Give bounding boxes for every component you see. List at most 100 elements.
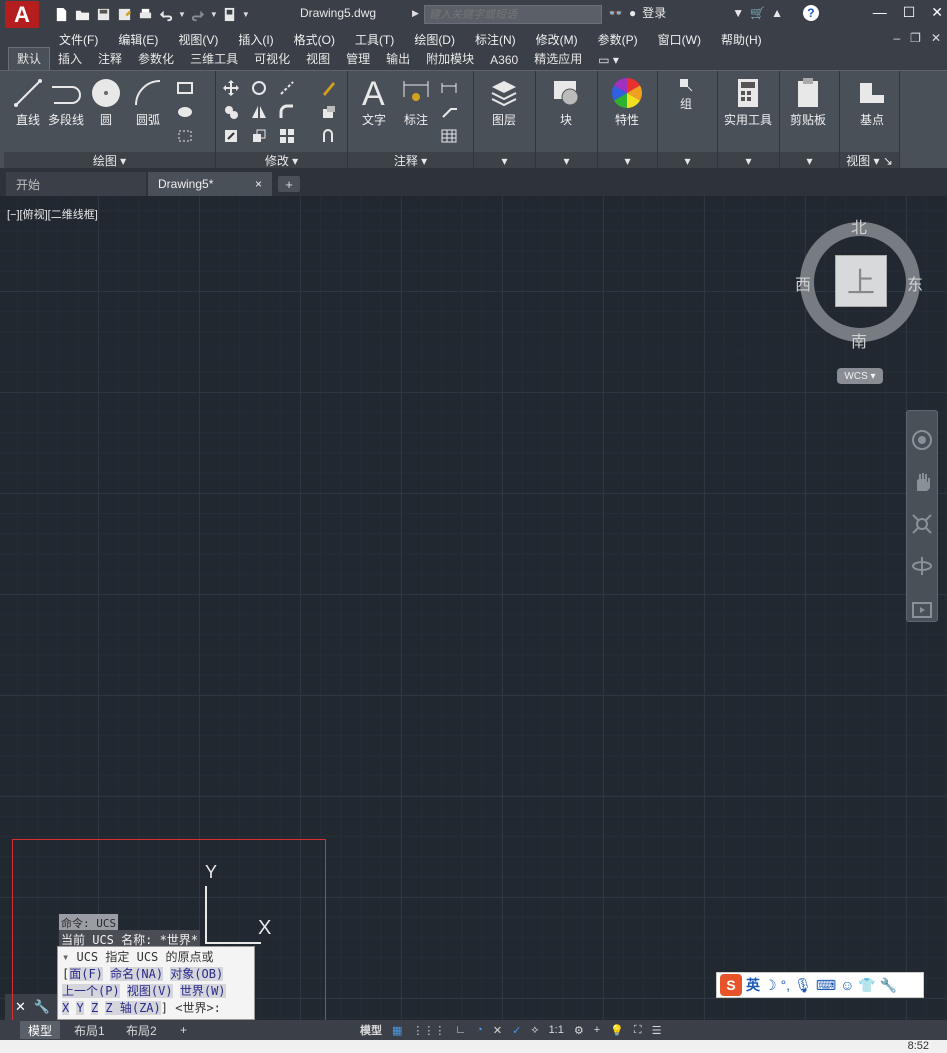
option-z[interactable]: Z	[90, 1001, 99, 1015]
layout-tab-1[interactable]: 布局1	[66, 1021, 113, 1039]
clipboard-button[interactable]: 剪贴板	[790, 77, 826, 128]
new-icon[interactable]	[52, 7, 70, 23]
tab-3d-tools[interactable]: 三维工具	[182, 48, 246, 70]
layout-tab-model[interactable]: 模型	[20, 1021, 61, 1039]
view-panel-title[interactable]: 视图 ▾ ↘	[840, 152, 899, 169]
annotation-panel-title[interactable]: 注释 ▾	[348, 152, 473, 169]
mirror-icon[interactable]	[250, 103, 268, 121]
menu-insert[interactable]: 插入(I)	[238, 31, 283, 48]
block-panel-expand[interactable]: ▾	[536, 152, 597, 169]
option-za[interactable]: Z 轴(ZA)	[105, 1001, 161, 1015]
line-button[interactable]: 直线	[12, 77, 44, 128]
close-icon[interactable]: ✕	[931, 4, 943, 21]
modify-panel-title[interactable]: 修改 ▾	[216, 152, 347, 169]
erase-icon[interactable]	[320, 79, 338, 97]
properties-panel-expand[interactable]: ▾	[598, 152, 657, 169]
menu-draw[interactable]: 绘图(D)	[414, 31, 465, 48]
snap-icon[interactable]: ⋮⋮⋮	[412, 1024, 445, 1037]
viewport-controls[interactable]: [−][俯视][二维线框]	[7, 206, 98, 222]
option-previous[interactable]: 上一个(P)	[62, 984, 120, 998]
tab-parametric[interactable]: 参数化	[130, 48, 182, 70]
layout-tab-add[interactable]: +	[172, 1021, 195, 1039]
command-prompt[interactable]: ▾ UCS 指定 UCS 的原点或 [面(F) 命名(NA) 对象(OB) 上一…	[57, 946, 255, 1020]
stretch-icon[interactable]	[222, 127, 240, 145]
save-as-icon[interactable]	[115, 7, 133, 23]
doc-restore-icon[interactable]: ❐	[910, 31, 921, 45]
grid-icon[interactable]: ▦	[392, 1024, 402, 1037]
redo-dropdown-icon[interactable]: ▼	[210, 10, 218, 19]
viewcube-face[interactable]: 上	[835, 255, 887, 307]
user-icon[interactable]: ●	[629, 6, 636, 20]
copy-icon[interactable]	[222, 103, 240, 121]
search-input[interactable]	[429, 8, 601, 21]
menu-window[interactable]: 窗口(W)	[658, 31, 711, 48]
command-close-icon[interactable]: ✕	[15, 999, 26, 1015]
option-y[interactable]: Y	[76, 1001, 84, 1015]
option-named[interactable]: 命名(NA)	[110, 967, 164, 981]
menu-format[interactable]: 格式(O)	[294, 31, 345, 48]
isodraft-icon[interactable]: ✕	[493, 1024, 502, 1037]
annotation-visibility-icon[interactable]: ⟡	[531, 1024, 538, 1037]
base-button[interactable]: 基点	[856, 77, 888, 128]
minimize-icon[interactable]: —	[873, 4, 887, 21]
polyline-button[interactable]: 多段线	[48, 77, 84, 128]
layers-button[interactable]: 图层	[488, 77, 520, 128]
option-face[interactable]: 面(F)	[69, 967, 103, 981]
menu-tools[interactable]: 工具(T)	[355, 31, 404, 48]
offset-icon[interactable]	[320, 127, 338, 145]
customize-qat-icon[interactable]: ▼	[242, 10, 250, 19]
menu-file[interactable]: 文件(F)	[59, 31, 108, 48]
circle-button[interactable]: 圆	[90, 77, 122, 128]
scale-icon[interactable]	[250, 127, 268, 145]
option-x[interactable]: X	[62, 1001, 70, 1015]
menu-dimension[interactable]: 标注(N)	[475, 31, 526, 48]
layout-tab-2[interactable]: 布局2	[118, 1021, 165, 1039]
workspace-gear-icon[interactable]: ⚙	[574, 1024, 584, 1037]
tab-manage[interactable]: 管理	[338, 48, 378, 70]
keyboard-icon[interactable]: ⌨	[816, 977, 836, 994]
arc-button[interactable]: 圆弧	[132, 77, 164, 128]
undo-dropdown-icon[interactable]: ▼	[178, 10, 186, 19]
login-label[interactable]: 登录	[642, 4, 666, 21]
menu-parametric[interactable]: 参数(P)	[598, 31, 648, 48]
user-account-icon[interactable]: ☺	[840, 977, 854, 993]
save-icon[interactable]	[94, 7, 112, 23]
group-panel-expand[interactable]: ▾	[658, 152, 717, 169]
tab-annotate[interactable]: 注释	[90, 48, 130, 70]
model-space-toggle[interactable]: 模型	[360, 1022, 382, 1038]
ribbon-display-toggle-icon[interactable]: ▭ ▾	[590, 51, 627, 70]
tab-add-ins[interactable]: 附加模块	[418, 48, 482, 70]
tab-featured-apps[interactable]: 精选应用	[526, 48, 590, 70]
login-dropdown-icon[interactable]: ▼	[732, 6, 744, 20]
clipboard-panel-expand[interactable]: ▾	[780, 152, 839, 169]
text-button[interactable]: A 文字	[360, 75, 388, 128]
plus-icon[interactable]: +	[594, 1024, 600, 1036]
zoom-extents-icon[interactable]	[911, 513, 933, 535]
new-tab-button[interactable]: +	[278, 176, 300, 192]
showmotion-icon[interactable]	[911, 597, 933, 619]
orbit-icon[interactable]	[911, 555, 933, 577]
move-icon[interactable]	[222, 79, 240, 97]
pan-icon[interactable]	[911, 471, 933, 493]
drawing-area[interactable]	[0, 196, 947, 1020]
undo-icon[interactable]	[157, 7, 175, 23]
menu-view[interactable]: 视图(V)	[178, 31, 228, 48]
a360-icon[interactable]: ▲	[771, 6, 783, 20]
tab-output[interactable]: 输出	[378, 48, 418, 70]
search-box[interactable]	[424, 5, 602, 24]
leader-icon[interactable]	[440, 103, 458, 121]
plot-icon[interactable]	[221, 7, 239, 23]
dimension-button[interactable]: 标注	[400, 77, 432, 128]
block-button[interactable]: 块	[550, 77, 582, 128]
print-icon[interactable]	[136, 7, 154, 23]
microphone-icon[interactable]: 🎙	[794, 977, 812, 994]
isolate-icon[interactable]: 💡	[610, 1024, 624, 1037]
compass-west[interactable]: 西	[795, 271, 811, 295]
application-menu-button[interactable]: A	[0, 0, 44, 29]
command-customize-icon[interactable]: 🔧	[34, 999, 50, 1015]
compass-south[interactable]: 南	[851, 328, 867, 352]
fillet-icon[interactable]	[278, 103, 296, 121]
menu-edit[interactable]: 编辑(E)	[118, 31, 168, 48]
ime-language-toggle[interactable]: 英	[746, 975, 760, 995]
option-view[interactable]: 视图(V)	[126, 984, 173, 998]
